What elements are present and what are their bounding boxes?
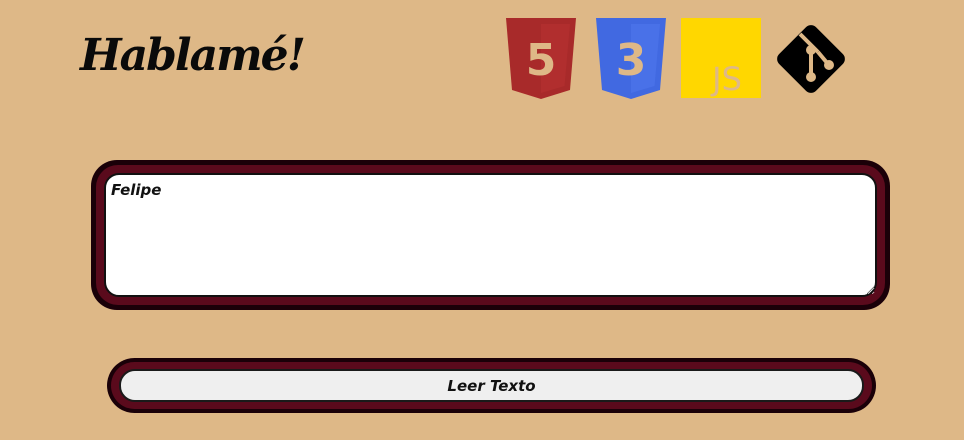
svg-text:5: 5 bbox=[526, 35, 557, 86]
text-input-ring: Felipe bbox=[96, 165, 885, 305]
read-button-frame: Leer Texto bbox=[107, 358, 876, 413]
html5-icon: 5 bbox=[506, 18, 576, 100]
read-text-button[interactable]: Leer Texto bbox=[119, 369, 864, 402]
app-title: Hablamé! bbox=[80, 30, 306, 81]
css3-icon: 3 bbox=[596, 18, 666, 100]
svg-text:JS: JS bbox=[710, 60, 742, 98]
git-icon bbox=[770, 18, 852, 100]
svg-text:3: 3 bbox=[616, 35, 647, 86]
read-button-ring: Leer Texto bbox=[111, 362, 872, 409]
js-icon: JS bbox=[681, 18, 761, 98]
page: Hablamé! 5 3 JS Felipe Leer Texto bbox=[0, 0, 964, 440]
text-input[interactable]: Felipe bbox=[104, 173, 877, 297]
text-input-frame: Felipe bbox=[91, 160, 890, 310]
